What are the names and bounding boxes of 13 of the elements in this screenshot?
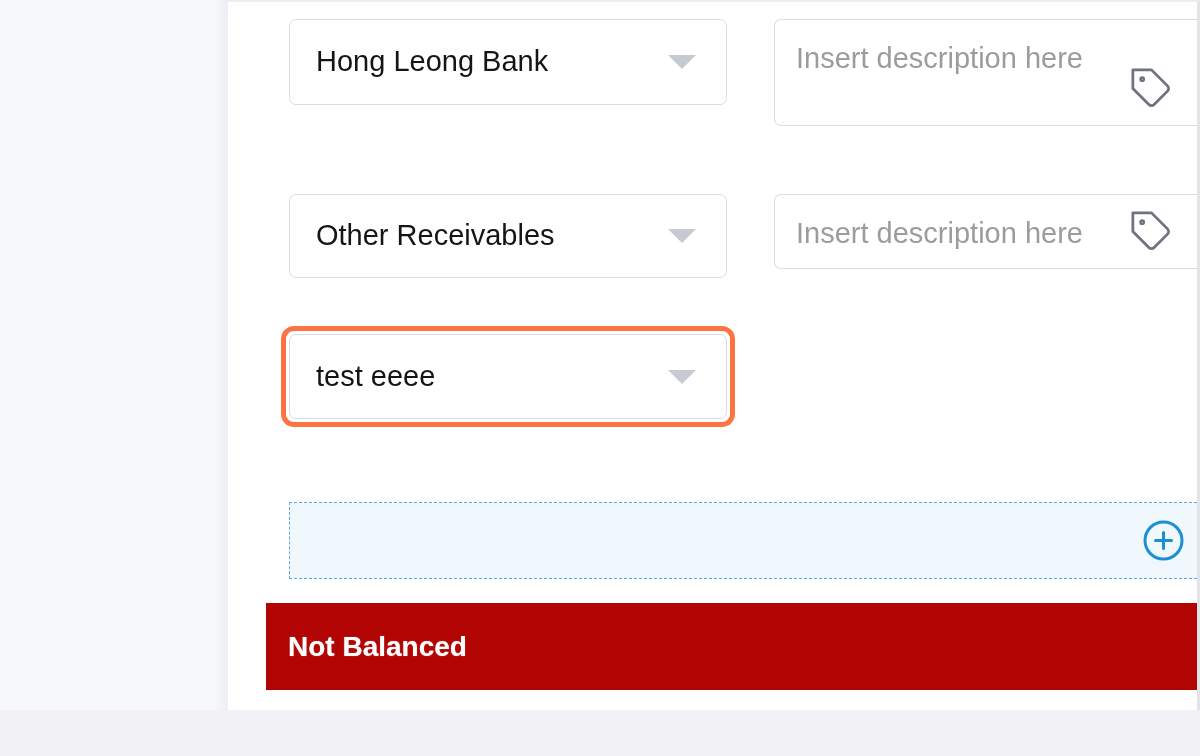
plus-circle-icon (1143, 520, 1184, 561)
status-text: Not Balanced (288, 629, 467, 664)
account-dropdown[interactable]: Other Receivables (289, 194, 727, 278)
description-field[interactable]: Insert description here (774, 19, 1197, 126)
tag-icon (1131, 211, 1172, 252)
account-dropdown[interactable]: Hong Leong Bank (289, 19, 727, 105)
add-row-area[interactable] (289, 502, 1197, 579)
description-field[interactable]: Insert description here (774, 194, 1197, 269)
caret-icon (668, 55, 696, 69)
caret-icon (668, 229, 696, 243)
caret-icon (668, 369, 696, 384)
tag-icon (1131, 68, 1172, 109)
account-dropdown[interactable]: test eeee (289, 334, 727, 419)
